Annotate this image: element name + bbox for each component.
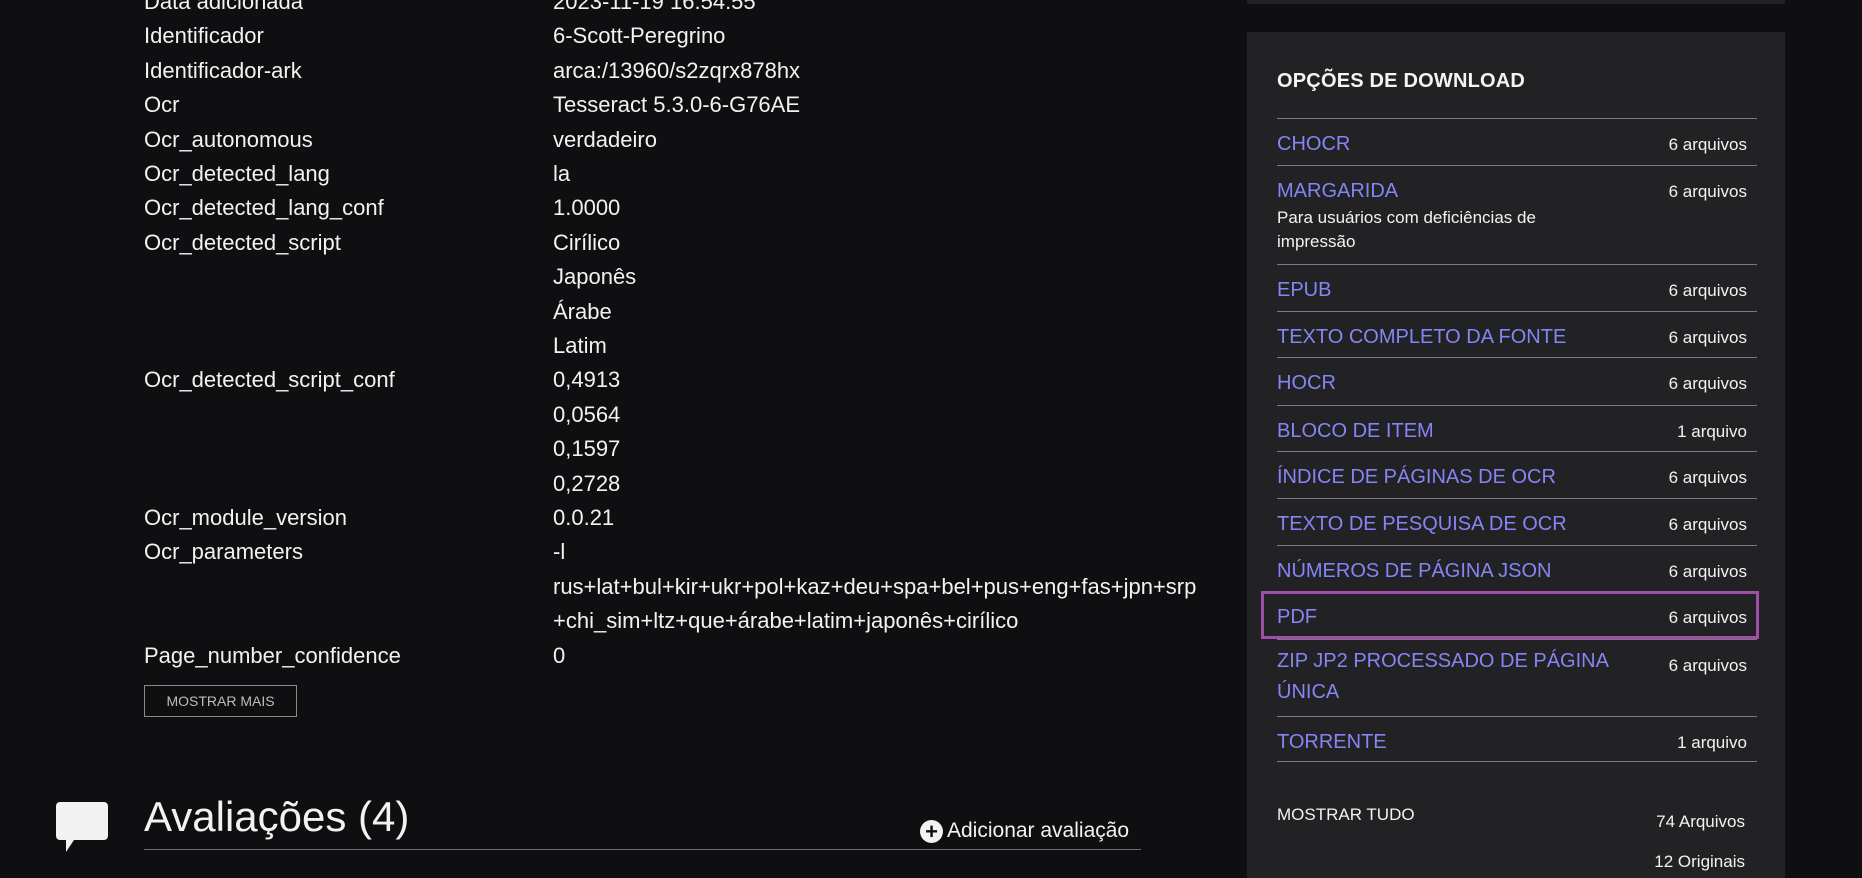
- download-link[interactable]: TEXTO DE PESQUISA DE OCR: [1277, 509, 1637, 540]
- file-count: 6 arquivos: [1668, 562, 1747, 581]
- speech-bubble-icon: [56, 802, 108, 852]
- download-option: TORRENTE 1 arquivo: [1277, 716, 1757, 753]
- file-count: 6 arquivos: [1668, 468, 1747, 487]
- metadata-label: Data adicionada: [144, 0, 304, 14]
- download-link[interactable]: EPUB: [1277, 275, 1637, 306]
- download-options-panel: OPÇÕES DE DOWNLOAD CHOCR 6 arquivos MARGAR…: [1247, 32, 1785, 878]
- metadata-label: Ocr: [144, 92, 180, 118]
- metadata-label: Page_number_confidence: [144, 642, 401, 668]
- metadata-label: Ocr_detected_lang: [144, 161, 330, 186]
- download-link[interactable]: CHOCR: [1277, 129, 1637, 160]
- download-link[interactable]: ÍNDICE DE PÁGINAS DE OCR: [1277, 462, 1637, 493]
- show-more-button[interactable]: MOSTRAR MAIS: [144, 685, 297, 717]
- file-count: 6 arquivos: [1668, 374, 1747, 393]
- download-link[interactable]: MARGARIDA: [1277, 176, 1637, 207]
- divider: [1277, 761, 1757, 762]
- file-count: 1 arquivo: [1677, 422, 1747, 441]
- file-count: 6 arquivos: [1668, 182, 1747, 201]
- download-option-description: Para usuários com deficiências de impres…: [1277, 208, 1536, 251]
- file-count: 6 arquivos: [1668, 135, 1747, 154]
- add-review-button[interactable]: + Adicionar avaliação: [920, 818, 1129, 844]
- file-count: 6 arquivos: [1668, 656, 1747, 675]
- metadata-label: Ocr_detected_script: [144, 229, 341, 255]
- metadata-label: Identificador-ark: [144, 57, 302, 83]
- divider: [144, 849, 1141, 850]
- originals-count: 12 Originais: [1654, 852, 1745, 871]
- file-count: 1 arquivo: [1677, 733, 1747, 752]
- add-review-label: Adicionar avaliação: [947, 819, 1130, 842]
- metadata-section: Data adicionada 2023-11-19 16:54:55 Identi…: [0, 0, 1240, 878]
- metadata-label: Identificador: [144, 23, 264, 49]
- download-link[interactable]: NÚMEROS DE PÁGINA JSON: [1277, 556, 1637, 587]
- pdf-highlight: [1261, 591, 1759, 639]
- reviews-heading: Avaliações (4): [144, 793, 410, 840]
- download-option: MARGARIDA 6 arquivos Para usuários com def…: [1277, 165, 1757, 251]
- download-option: ZIP JP2 PROCESSADO DE PÁGINA ÚNICA 6 arqu…: [1277, 639, 1757, 703]
- download-link[interactable]: ZIP JP2 PROCESSADO DE PÁGINA ÚNICA: [1277, 646, 1637, 708]
- total-files-count: 74 Arquivos: [1656, 812, 1745, 831]
- download-option: HOCR 6 arquivos: [1277, 357, 1757, 394]
- download-link[interactable]: BLOCO DE ITEM: [1277, 416, 1637, 447]
- metadata-label: Ocr_parameters: [144, 539, 303, 565]
- download-option: TEXTO COMPLETO DA FONTE 6 arquivos: [1277, 311, 1757, 348]
- download-option: TEXTO DE PESQUISA DE OCR 6 arquivos: [1277, 498, 1757, 535]
- file-count: 6 arquivos: [1668, 328, 1747, 347]
- download-option: EPUB 6 arquivos: [1277, 264, 1757, 301]
- download-option: ÍNDICE DE PÁGINAS DE OCR 6 arquivos: [1277, 451, 1757, 488]
- file-count: 6 arquivos: [1668, 281, 1747, 300]
- download-option: NÚMEROS DE PÁGINA JSON 6 arquivos: [1277, 545, 1757, 582]
- file-count: 6 arquivos: [1668, 515, 1747, 534]
- top-card: [1247, 0, 1785, 4]
- download-options-title: OPÇÕES DE DOWNLOAD: [1277, 70, 1526, 92]
- download-link[interactable]: HOCR: [1277, 368, 1637, 399]
- download-option: BLOCO DE ITEM 1 arquivo: [1277, 405, 1757, 442]
- metadata-label: Ocr_autonomous: [144, 126, 313, 152]
- metadata-label: Ocr_module_version: [144, 505, 347, 530]
- metadata-label: Ocr_detected_lang_conf: [144, 195, 384, 221]
- download-option: CHOCR 6 arquivos: [1277, 118, 1757, 155]
- download-link[interactable]: TORRENTE: [1277, 727, 1637, 758]
- show-all-link[interactable]: MOSTRAR TUDO: [1277, 805, 1415, 825]
- plus-circle-icon: +: [920, 819, 943, 843]
- metadata-label: Ocr_detected_script_conf: [144, 367, 395, 393]
- download-link[interactable]: TEXTO COMPLETO DA FONTE: [1277, 322, 1637, 353]
